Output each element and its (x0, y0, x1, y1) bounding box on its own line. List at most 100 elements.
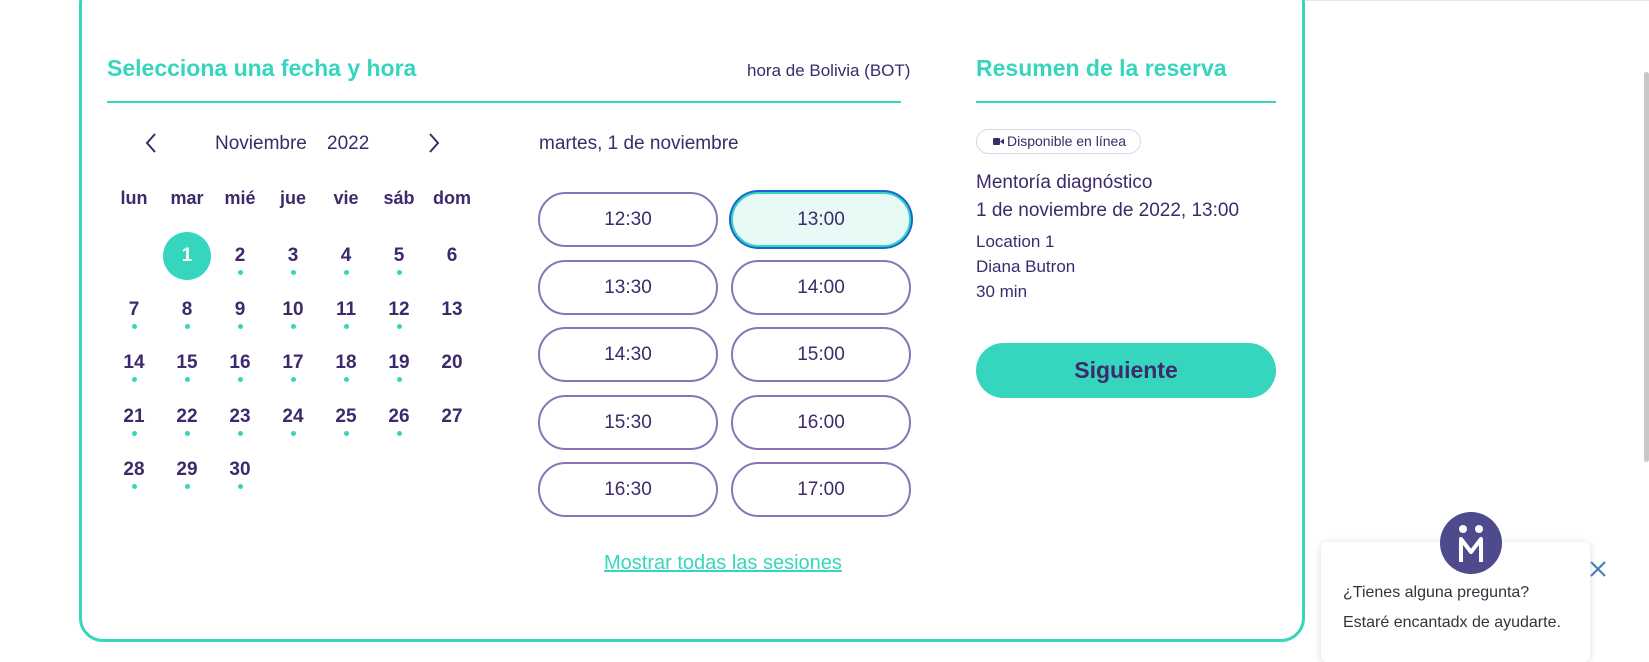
time-slot-button[interactable]: 13:30 (538, 260, 718, 315)
weekday-fri: vie (333, 188, 359, 208)
availability-dot (132, 484, 137, 489)
summary-staff: Diana Butron (976, 257, 1076, 276)
availability-dot (185, 377, 190, 382)
availability-dot (132, 377, 137, 382)
summary-datetime: 1 de noviembre de 2022, 13:00 (976, 200, 1240, 221)
availability-dot (238, 484, 243, 489)
next-month-button[interactable] (419, 128, 449, 158)
time-slot-button[interactable]: 14:30 (538, 327, 718, 382)
calendar-day[interactable]: 18 (321, 338, 371, 388)
calendar-day: 13 (427, 285, 477, 335)
calendar-day[interactable]: 14 (109, 338, 159, 388)
calendar-day[interactable]: 19 (374, 338, 424, 388)
calendar-day[interactable]: 4 (321, 231, 371, 281)
availability-dot (185, 324, 190, 329)
timezone-label: hora de Bolivia (BOT) (747, 61, 911, 80)
calendar-day[interactable]: 9 (215, 285, 265, 335)
availability-dot (238, 431, 243, 436)
availability-dot (291, 324, 296, 329)
calendar-day[interactable]: 26 (374, 392, 424, 442)
calendar-day[interactable]: 28 (109, 445, 159, 495)
availability-dot (238, 324, 243, 329)
next-button[interactable]: Siguiente (976, 343, 1276, 398)
calendar-day[interactable]: 7 (109, 285, 159, 335)
calendar-day[interactable]: 29 (162, 445, 212, 495)
availability-dot (344, 270, 349, 275)
summary-title-divider (976, 101, 1276, 103)
calendar-day[interactable]: 21 (109, 392, 159, 442)
availability-dot (185, 484, 190, 489)
calendar-day[interactable]: 24 (268, 392, 318, 442)
calendar-day[interactable]: 8 (162, 285, 212, 335)
summary-service: Mentoría diagnóstico (976, 172, 1153, 193)
weekday-wed: mié (224, 188, 256, 208)
calendar-day[interactable]: 25 (321, 392, 371, 442)
calendar-day[interactable]: 12 (374, 285, 424, 335)
calendar-year: 2022 (327, 133, 370, 154)
chat-avatar[interactable] (1440, 512, 1502, 574)
weekday-tue: mar (170, 188, 204, 208)
calendar-month: Noviembre (215, 133, 307, 154)
availability-dot (344, 324, 349, 329)
prev-month-button[interactable] (136, 128, 166, 158)
calendar-day[interactable]: 17 (268, 338, 318, 388)
availability-dot (291, 431, 296, 436)
summary-duration: 30 min (976, 282, 1028, 301)
chevron-right-icon (429, 133, 440, 153)
chat-line-2: Estaré encantadx de ayudarte. (1343, 614, 1561, 631)
time-slot-button[interactable]: 15:00 (731, 327, 911, 382)
summary-location: Location 1 (976, 232, 1055, 251)
booking-title: Selecciona una fecha y hora (107, 55, 417, 81)
weekday-sat: sáb (383, 188, 415, 208)
calendar-day-number: 20 (441, 352, 463, 373)
calendar-day[interactable]: 15 (162, 338, 212, 388)
online-badge: Disponible en línea (976, 129, 1142, 154)
calendar-day[interactable]: 22 (162, 392, 212, 442)
calendar-day[interactable]: 30 (215, 445, 265, 495)
chat-line-1: ¿Tienes alguna pregunta? (1343, 584, 1530, 601)
weekday-sun: dom (433, 188, 471, 208)
summary-title: Resumen de la reserva (976, 55, 1227, 81)
availability-dot (344, 431, 349, 436)
calendar-day[interactable]: 11 (321, 285, 371, 335)
availability-dot (132, 431, 137, 436)
calendar-day[interactable]: 10 (268, 285, 318, 335)
online-badge-label: Disponible en línea (1007, 133, 1127, 149)
availability-dot (238, 270, 243, 275)
time-slot-button[interactable]: 14:00 (731, 260, 911, 315)
booking-title-divider (107, 101, 901, 103)
availability-dot (397, 377, 402, 382)
availability-dot (291, 270, 296, 275)
calendar-day[interactable]: 1 (162, 231, 212, 281)
calendar-day[interactable]: 23 (215, 392, 265, 442)
calendar-day-number: 27 (441, 406, 463, 427)
availability-dot (185, 431, 190, 436)
video-camera-icon (993, 138, 1004, 145)
time-slot-button[interactable]: 16:00 (731, 395, 911, 450)
weekday-thu: jue (279, 188, 306, 208)
show-all-sessions-link[interactable]: Mostrar todas las sesiones (604, 552, 842, 575)
calendar-day[interactable]: 2 (215, 231, 265, 281)
availability-dot (397, 324, 402, 329)
availability-dot (238, 377, 243, 382)
chevron-left-icon (145, 133, 156, 153)
availability-dot (291, 377, 296, 382)
availability-dot (397, 270, 402, 275)
page-scrollbar[interactable] (1644, 72, 1649, 462)
calendar-day[interactable]: 3 (268, 231, 318, 281)
availability-dot (132, 324, 137, 329)
mentor-logo-icon (1459, 525, 1483, 562)
calendar-day: 6 (427, 231, 477, 281)
time-slot-button[interactable]: 13:00 (731, 192, 911, 247)
top-divider (1305, 0, 1649, 1)
calendar-day[interactable]: 16 (215, 338, 265, 388)
calendar-day-number: 6 (446, 245, 458, 266)
calendar-day[interactable]: 5 (374, 231, 424, 281)
time-slot-button[interactable]: 17:00 (731, 462, 911, 517)
calendar-day: 27 (427, 392, 477, 442)
time-slot-button[interactable]: 12:30 (538, 192, 718, 247)
time-slot-button[interactable]: 16:30 (538, 462, 718, 517)
time-slot-button[interactable]: 15:30 (538, 395, 718, 450)
availability-dot (397, 431, 402, 436)
chat-close-button[interactable] (1588, 559, 1608, 579)
